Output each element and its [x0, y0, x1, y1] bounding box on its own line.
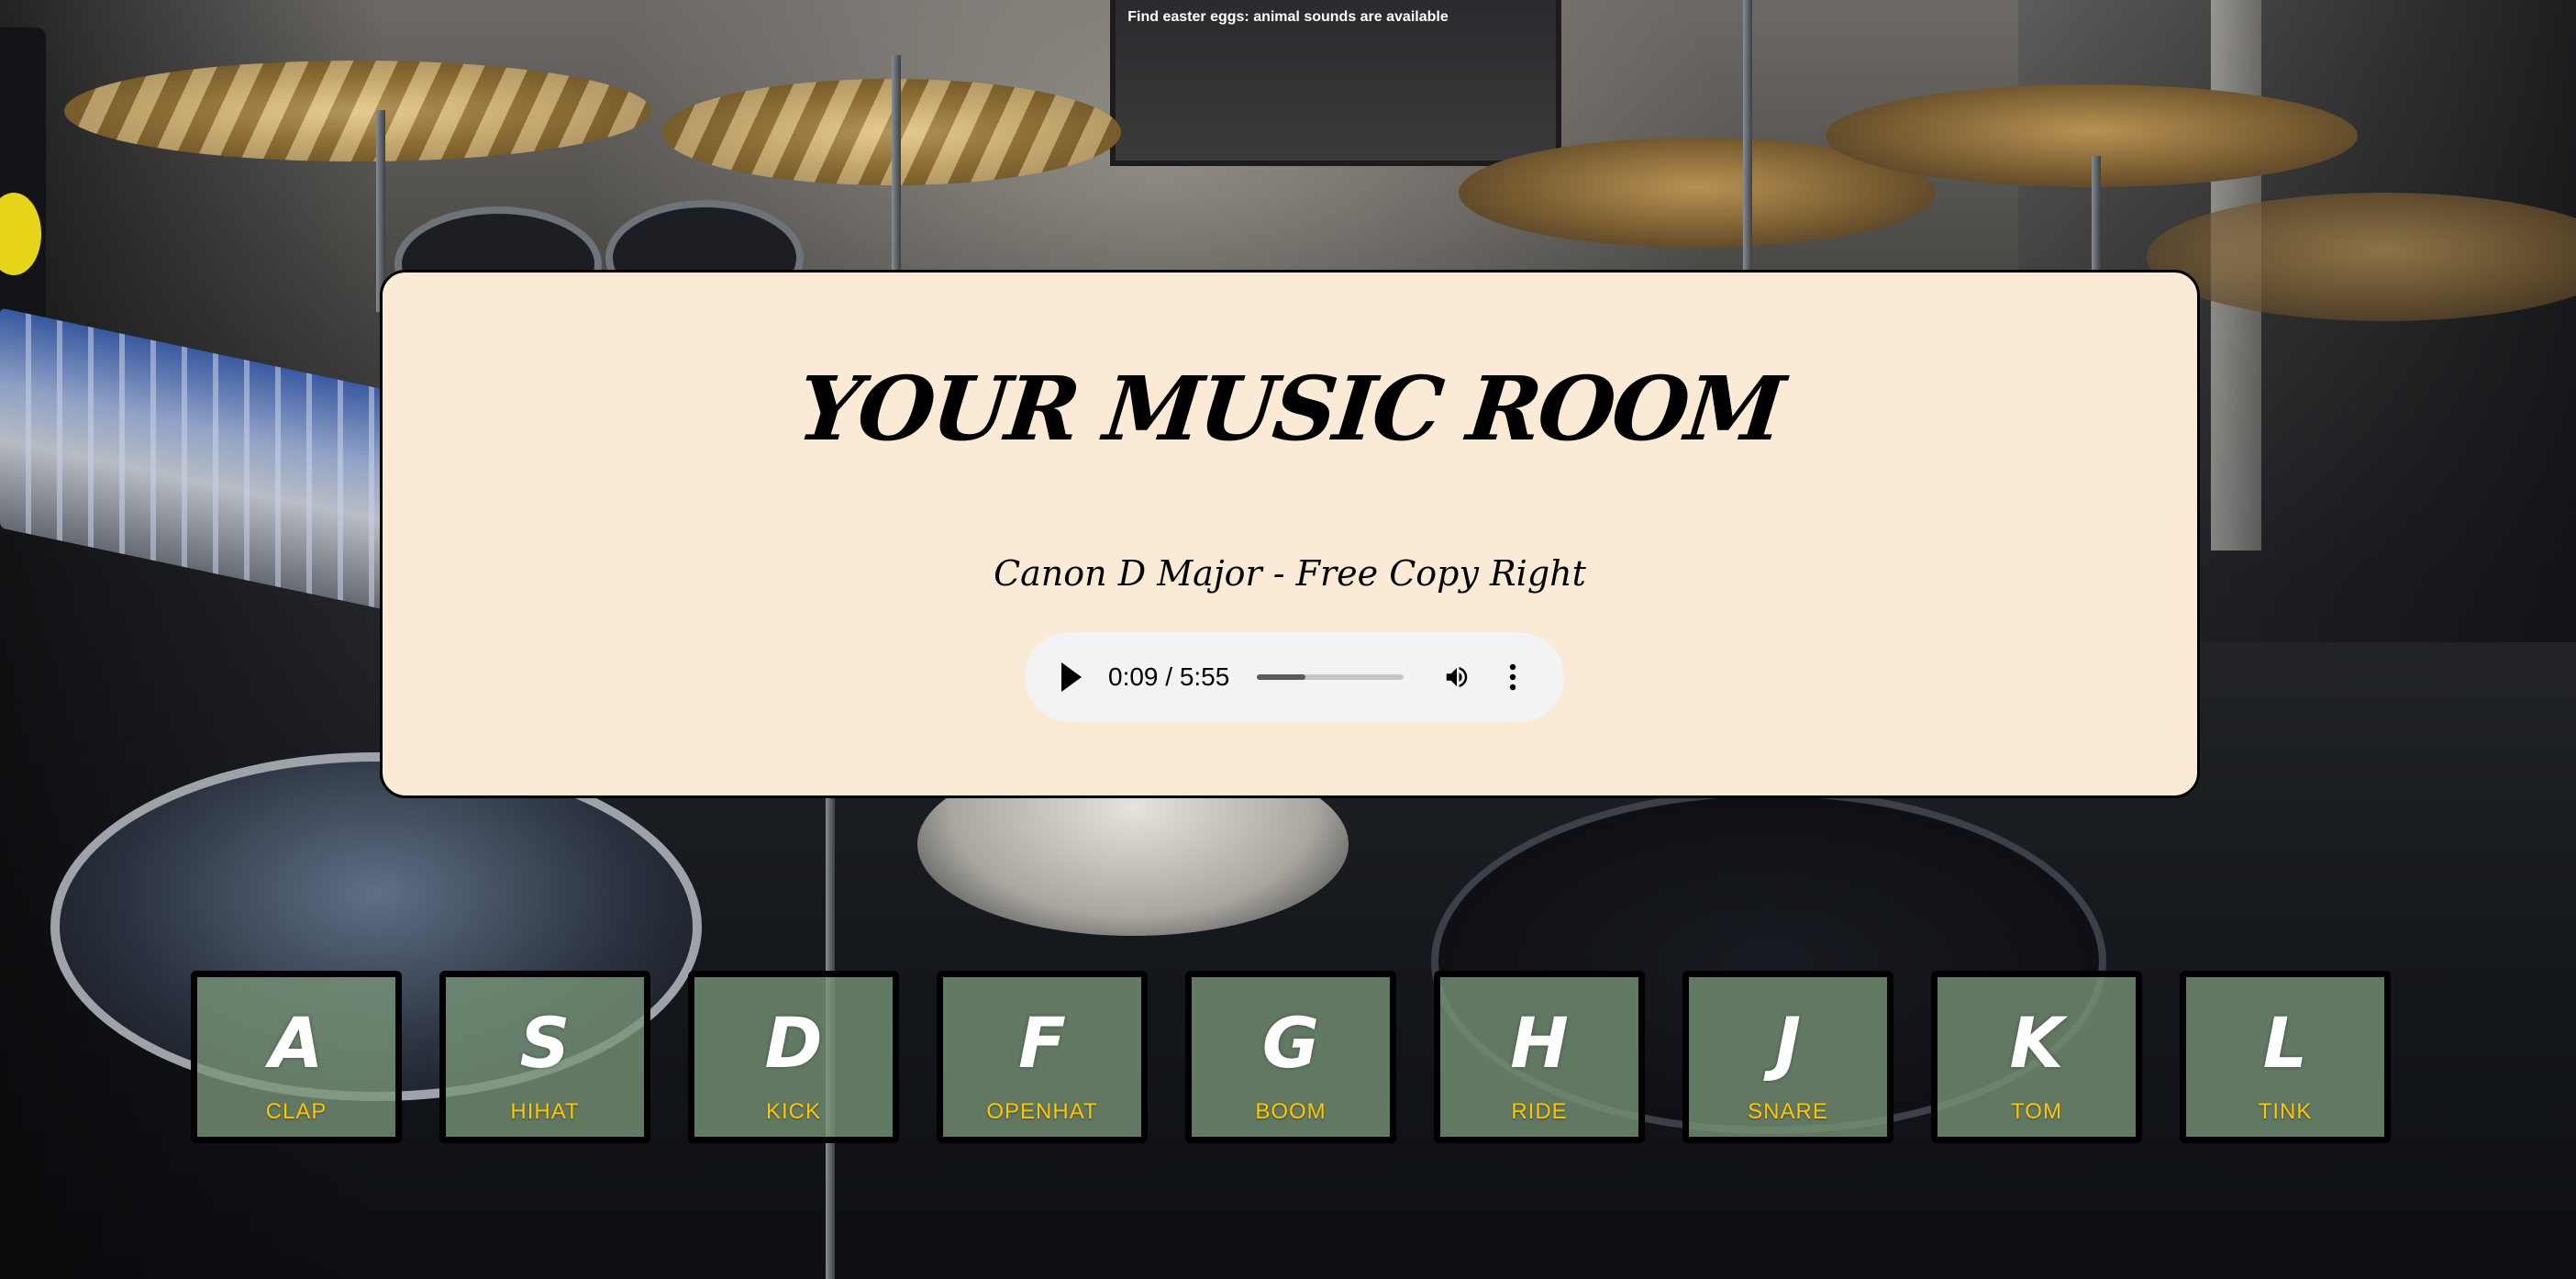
- key-letter: F: [1018, 1002, 1066, 1084]
- key-sound-label: TINK: [2258, 1099, 2313, 1124]
- key-a-clap[interactable]: A CLAP: [191, 971, 402, 1143]
- key-letter: D: [764, 1002, 823, 1084]
- background-cymbal: [64, 61, 651, 161]
- background-cymbal-stand: [1743, 0, 1752, 275]
- key-s-hihat[interactable]: S HIHAT: [439, 971, 650, 1143]
- background-cymbal-stand: [892, 55, 901, 275]
- background-speaker: [0, 28, 46, 321]
- key-k-tom[interactable]: K TOM: [1931, 971, 2142, 1143]
- key-letter: S: [519, 1002, 571, 1084]
- more-options-icon[interactable]: [1509, 663, 1516, 691]
- key-d-kick[interactable]: D KICK: [688, 971, 899, 1143]
- background-cymbal-stand: [2092, 156, 2101, 284]
- key-l-tink[interactable]: L TINK: [2180, 971, 2391, 1143]
- key-h-ride[interactable]: H RIDE: [1434, 971, 1645, 1143]
- audio-player[interactable]: 0:09 / 5:55: [1025, 632, 1564, 722]
- music-room-panel: YOUR MUSIC ROOM Canon D Major - Free Cop…: [380, 270, 2200, 798]
- key-g-boom[interactable]: G BOOM: [1185, 971, 1396, 1143]
- key-sound-label: HIHAT: [510, 1099, 580, 1124]
- key-letter: L: [2262, 1002, 2308, 1084]
- key-sound-label: TOM: [2011, 1099, 2062, 1124]
- key-letter: J: [1774, 1002, 1802, 1084]
- key-f-openhat[interactable]: F OPENHAT: [937, 971, 1148, 1143]
- key-letter: H: [1510, 1002, 1569, 1084]
- key-j-snare[interactable]: J SNARE: [1682, 971, 1893, 1143]
- play-icon[interactable]: [1061, 662, 1082, 692]
- page-title: YOUR MUSIC ROOM: [793, 357, 1787, 461]
- key-letter: A: [269, 1002, 324, 1084]
- key-sound-label: SNARE: [1748, 1099, 1828, 1124]
- song-title: Canon D Major - Free Copy Right: [994, 553, 1586, 594]
- key-sound-label: BOOM: [1255, 1099, 1327, 1124]
- audio-progress-bar[interactable]: [1257, 674, 1404, 680]
- audio-progress-fill: [1257, 674, 1305, 680]
- drum-key-row: A CLAP S HIHAT D KICK F OPENHAT G BOOM H…: [191, 971, 2393, 1143]
- key-letter: K: [2009, 1002, 2064, 1084]
- easter-egg-hint: Find easter eggs: animal sounds are avai…: [1127, 9, 1449, 25]
- key-sound-label: CLAP: [265, 1099, 328, 1124]
- volume-icon[interactable]: [1440, 663, 1473, 691]
- key-sound-label: KICK: [765, 1099, 821, 1124]
- key-letter: G: [1261, 1002, 1320, 1084]
- key-sound-label: RIDE: [1511, 1099, 1568, 1124]
- key-sound-label: OPENHAT: [986, 1099, 1098, 1124]
- audio-time: 0:09 / 5:55: [1108, 662, 1230, 691]
